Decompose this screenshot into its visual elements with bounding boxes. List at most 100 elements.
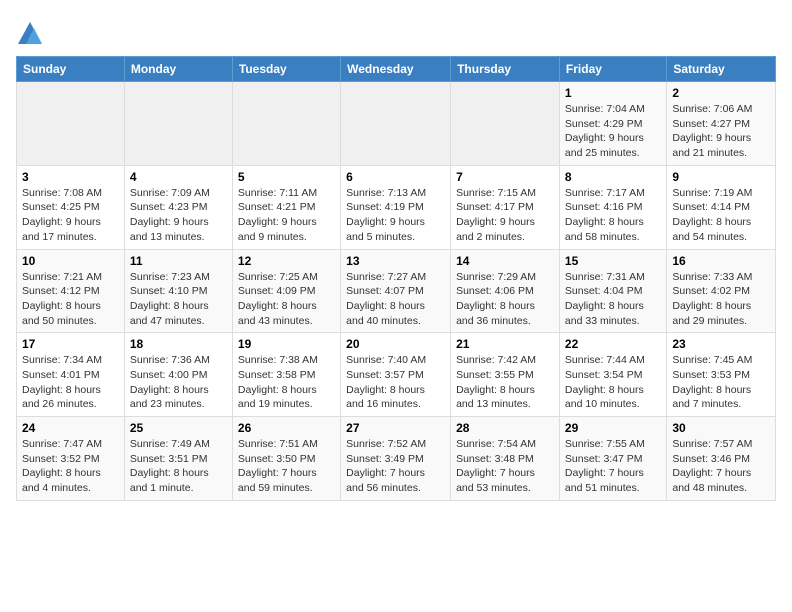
day-number: 7: [456, 170, 554, 184]
calendar-week-3: 10 Sunrise: 7:21 AMSunset: 4:12 PMDayligh…: [17, 249, 776, 333]
day-info: Sunrise: 7:21 AMSunset: 4:12 PMDaylight:…: [22, 270, 119, 329]
day-number: 10: [22, 254, 119, 268]
day-number: 8: [565, 170, 661, 184]
calendar-cell: 14 Sunrise: 7:29 AMSunset: 4:06 PMDayligh…: [451, 249, 560, 333]
day-info: Sunrise: 7:34 AMSunset: 4:01 PMDaylight:…: [22, 353, 119, 412]
day-info: Sunrise: 7:52 AMSunset: 3:49 PMDaylight:…: [346, 437, 445, 496]
calendar-cell: 12Sunrise: 7:25 AMSunset: 4:09 PMDayligh…: [232, 249, 340, 333]
calendar-cell: 5 Sunrise: 7:11 AMSunset: 4:21 PMDaylight…: [232, 165, 340, 249]
day-number: 25: [130, 421, 227, 435]
day-number: 22: [565, 337, 661, 351]
day-number: 1: [565, 86, 661, 100]
day-number: 6: [346, 170, 445, 184]
day-number: 27: [346, 421, 445, 435]
calendar-cell: [341, 82, 451, 166]
day-header-sunday: Sunday: [17, 57, 125, 82]
calendar-cell: 4 Sunrise: 7:09 AMSunset: 4:23 PMDaylight…: [124, 165, 232, 249]
day-info: Sunrise: 7:09 AMSunset: 4:23 PMDaylight:…: [130, 186, 227, 245]
day-number: 2: [672, 86, 770, 100]
day-info: Sunrise: 7:54 AMSunset: 3:48 PMDaylight:…: [456, 437, 554, 496]
day-number: 5: [238, 170, 335, 184]
day-header-wednesday: Wednesday: [341, 57, 451, 82]
logo-icon: [16, 20, 44, 48]
calendar-cell: 1 Sunrise: 7:04 AMSunset: 4:29 PMDaylight…: [559, 82, 666, 166]
calendar-cell: [232, 82, 340, 166]
day-number: 12: [238, 254, 335, 268]
day-number: 20: [346, 337, 445, 351]
calendar-cell: 24 Sunrise: 7:47 AMSunset: 3:52 PMDayligh…: [17, 417, 125, 501]
day-info: Sunrise: 7:19 AMSunset: 4:14 PMDaylight:…: [672, 186, 770, 245]
day-number: 29: [565, 421, 661, 435]
day-number: 19: [238, 337, 335, 351]
day-info: Sunrise: 7:27 AMSunset: 4:07 PMDaylight:…: [346, 270, 445, 329]
day-number: 3: [22, 170, 119, 184]
day-info: Sunrise: 7:44 AMSunset: 3:54 PMDaylight:…: [565, 353, 661, 412]
calendar-cell: 22 Sunrise: 7:44 AMSunset: 3:54 PMDayligh…: [559, 333, 666, 417]
day-number: 4: [130, 170, 227, 184]
day-info: Sunrise: 7:51 AMSunset: 3:50 PMDaylight:…: [238, 437, 335, 496]
calendar-cell: 18Sunrise: 7:36 AMSunset: 4:00 PMDayligh…: [124, 333, 232, 417]
calendar-week-2: 3 Sunrise: 7:08 AMSunset: 4:25 PMDaylight…: [17, 165, 776, 249]
day-number: 21: [456, 337, 554, 351]
day-number: 23: [672, 337, 770, 351]
day-info: Sunrise: 7:04 AMSunset: 4:29 PMDaylight:…: [565, 102, 661, 161]
day-info: Sunrise: 7:55 AMSunset: 3:47 PMDaylight:…: [565, 437, 661, 496]
calendar-cell: 15 Sunrise: 7:31 AMSunset: 4:04 PMDayligh…: [559, 249, 666, 333]
calendar-cell: 13 Sunrise: 7:27 AMSunset: 4:07 PMDayligh…: [341, 249, 451, 333]
day-info: Sunrise: 7:47 AMSunset: 3:52 PMDaylight:…: [22, 437, 119, 496]
day-number: 15: [565, 254, 661, 268]
calendar-cell: 3 Sunrise: 7:08 AMSunset: 4:25 PMDaylight…: [17, 165, 125, 249]
day-number: 18: [130, 337, 227, 351]
calendar-cell: 9Sunrise: 7:19 AMSunset: 4:14 PMDaylight…: [667, 165, 776, 249]
calendar-table: SundayMondayTuesdayWednesdayThursdayFrid…: [16, 56, 776, 501]
day-info: Sunrise: 7:42 AMSunset: 3:55 PMDaylight:…: [456, 353, 554, 412]
calendar-cell: 7 Sunrise: 7:15 AMSunset: 4:17 PMDaylight…: [451, 165, 560, 249]
calendar-cell: 27 Sunrise: 7:52 AMSunset: 3:49 PMDayligh…: [341, 417, 451, 501]
day-info: Sunrise: 7:11 AMSunset: 4:21 PMDaylight:…: [238, 186, 335, 245]
day-number: 11: [130, 254, 227, 268]
calendar-cell: 25Sunrise: 7:49 AMSunset: 3:51 PMDayligh…: [124, 417, 232, 501]
calendar-week-4: 17 Sunrise: 7:34 AMSunset: 4:01 PMDayligh…: [17, 333, 776, 417]
day-info: Sunrise: 7:45 AMSunset: 3:53 PMDaylight:…: [672, 353, 770, 412]
day-number: 14: [456, 254, 554, 268]
day-info: Sunrise: 7:38 AMSunset: 3:58 PMDaylight:…: [238, 353, 335, 412]
calendar-cell: 19 Sunrise: 7:38 AMSunset: 3:58 PMDayligh…: [232, 333, 340, 417]
calendar-cell: 29 Sunrise: 7:55 AMSunset: 3:47 PMDayligh…: [559, 417, 666, 501]
day-info: Sunrise: 7:33 AMSunset: 4:02 PMDaylight:…: [672, 270, 770, 329]
calendar-cell: 28 Sunrise: 7:54 AMSunset: 3:48 PMDayligh…: [451, 417, 560, 501]
calendar-cell: 21 Sunrise: 7:42 AMSunset: 3:55 PMDayligh…: [451, 333, 560, 417]
day-info: Sunrise: 7:06 AMSunset: 4:27 PMDaylight:…: [672, 102, 770, 161]
day-header-monday: Monday: [124, 57, 232, 82]
calendar-week-5: 24 Sunrise: 7:47 AMSunset: 3:52 PMDayligh…: [17, 417, 776, 501]
day-info: Sunrise: 7:15 AMSunset: 4:17 PMDaylight:…: [456, 186, 554, 245]
day-info: Sunrise: 7:31 AMSunset: 4:04 PMDaylight:…: [565, 270, 661, 329]
day-number: 28: [456, 421, 554, 435]
day-info: Sunrise: 7:29 AMSunset: 4:06 PMDaylight:…: [456, 270, 554, 329]
day-number: 30: [672, 421, 770, 435]
day-info: Sunrise: 7:23 AMSunset: 4:10 PMDaylight:…: [130, 270, 227, 329]
calendar-cell: 16 Sunrise: 7:33 AMSunset: 4:02 PMDayligh…: [667, 249, 776, 333]
calendar-cell: 30Sunrise: 7:57 AMSunset: 3:46 PMDayligh…: [667, 417, 776, 501]
page-header: [16, 16, 776, 48]
calendar-cell: 8Sunrise: 7:17 AMSunset: 4:16 PMDaylight…: [559, 165, 666, 249]
calendar-cell: 10 Sunrise: 7:21 AMSunset: 4:12 PMDayligh…: [17, 249, 125, 333]
day-info: Sunrise: 7:08 AMSunset: 4:25 PMDaylight:…: [22, 186, 119, 245]
calendar-cell: 20Sunrise: 7:40 AMSunset: 3:57 PMDayligh…: [341, 333, 451, 417]
calendar-cell: [17, 82, 125, 166]
day-number: 17: [22, 337, 119, 351]
day-number: 16: [672, 254, 770, 268]
calendar-week-1: 1 Sunrise: 7:04 AMSunset: 4:29 PMDaylight…: [17, 82, 776, 166]
calendar-cell: 6 Sunrise: 7:13 AMSunset: 4:19 PMDaylight…: [341, 165, 451, 249]
calendar-cell: 2 Sunrise: 7:06 AMSunset: 4:27 PMDaylight…: [667, 82, 776, 166]
day-header-friday: Friday: [559, 57, 666, 82]
day-header-thursday: Thursday: [451, 57, 560, 82]
calendar-cell: [124, 82, 232, 166]
calendar-cell: 17 Sunrise: 7:34 AMSunset: 4:01 PMDayligh…: [17, 333, 125, 417]
calendar-cell: 23 Sunrise: 7:45 AMSunset: 3:53 PMDayligh…: [667, 333, 776, 417]
day-number: 13: [346, 254, 445, 268]
day-number: 26: [238, 421, 335, 435]
day-header-saturday: Saturday: [667, 57, 776, 82]
calendar-cell: [451, 82, 560, 166]
day-number: 24: [22, 421, 119, 435]
day-info: Sunrise: 7:13 AMSunset: 4:19 PMDaylight:…: [346, 186, 445, 245]
